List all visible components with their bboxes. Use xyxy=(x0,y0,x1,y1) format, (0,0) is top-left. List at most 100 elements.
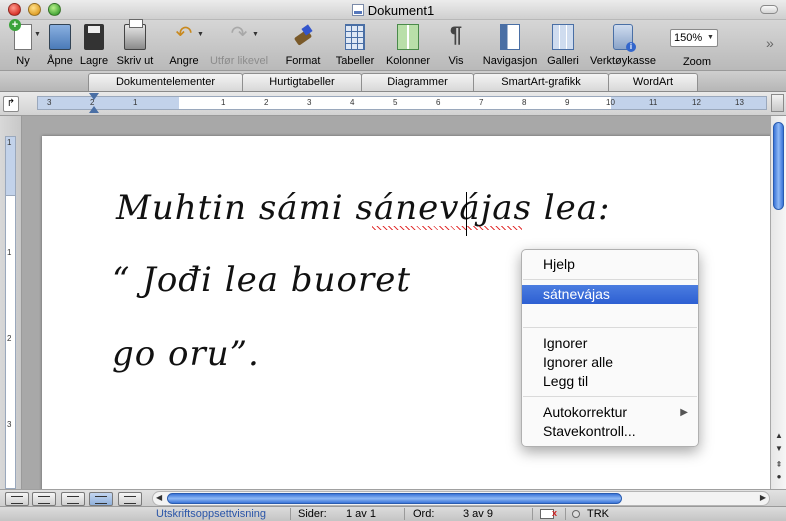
title-bar: Dokument1 xyxy=(0,0,786,20)
navigation-icon xyxy=(500,24,520,50)
vruler-number: 1 xyxy=(7,138,12,147)
zoom-select[interactable]: 150% ▼ xyxy=(670,29,718,47)
menu-item-suggestion[interactable]: sátnevájas xyxy=(522,285,698,304)
scroll-up-arrow-icon[interactable]: ▲ xyxy=(772,430,786,442)
tab-stop-selector[interactable]: ↱ xyxy=(3,96,19,112)
toolbar-overflow-icon[interactable]: » xyxy=(766,35,774,51)
format-button[interactable]: Format xyxy=(282,24,324,67)
scroll-down-arrow-icon[interactable]: ▼ xyxy=(772,443,786,455)
tables-button[interactable]: Tabeller xyxy=(332,24,378,67)
vertical-scroll-thumb[interactable] xyxy=(773,122,784,210)
horizontal-ruler[interactable]: 3 2 1 1 2 3 4 5 6 7 8 9 10 11 12 13 xyxy=(37,96,767,110)
horizontal-ruler-bar: ↱ 3 2 1 1 2 3 4 5 6 7 8 9 10 11 12 13 xyxy=(0,92,786,116)
print-layout-view-button[interactable] xyxy=(89,492,113,506)
pages-label: Sider: xyxy=(298,508,327,520)
pages-value: 1 av 1 xyxy=(346,508,376,520)
notebook-view-button[interactable] xyxy=(118,492,142,506)
toolbar-toggle-button[interactable] xyxy=(760,5,778,14)
publishing-layout-view-button[interactable] xyxy=(61,492,85,506)
horizontal-scrollbar[interactable]: ◀ ▶ xyxy=(152,491,770,506)
spelling-error-underline xyxy=(372,226,522,230)
track-changes-indicator-icon xyxy=(572,510,580,518)
horizontal-scroll-thumb[interactable] xyxy=(167,493,622,504)
zoom-value: 150% xyxy=(674,32,703,44)
open-button[interactable]: Åpne xyxy=(44,24,76,67)
redo-icon: ↷ xyxy=(230,23,248,45)
zoom-label: Zoom xyxy=(682,56,712,68)
menu-item-ignore-all[interactable]: Ignorer alle xyxy=(522,353,698,372)
ruler-number: 3 xyxy=(307,98,312,107)
ruler-number: 3 xyxy=(47,98,52,107)
save-icon xyxy=(84,24,104,50)
menu-item-help[interactable]: Hjelp xyxy=(522,255,698,274)
show-label: Vis xyxy=(448,55,464,67)
new-label: Ny xyxy=(16,55,30,67)
vertical-ruler[interactable]: 1 1 2 3 xyxy=(0,116,22,489)
scroll-right-arrow-icon[interactable]: ▶ xyxy=(760,493,766,502)
outline-view-button[interactable] xyxy=(32,492,56,506)
menu-item-ignore[interactable]: Ignorer xyxy=(522,334,698,353)
status-divider xyxy=(290,508,291,520)
autocorrect-label: Autokorrektur xyxy=(543,404,628,420)
undo-label: Angre xyxy=(169,55,199,67)
window-title: Dokument1 xyxy=(0,3,786,18)
redo-dropdown-arrow-icon[interactable]: ▼ xyxy=(252,31,259,38)
ruler-number: 10 xyxy=(606,98,615,107)
format-label: Format xyxy=(285,55,321,67)
menu-separator xyxy=(523,279,697,280)
tab-quick-tables[interactable]: Hurtigtabeller xyxy=(242,73,362,91)
spelling-status-icon[interactable] xyxy=(540,506,557,520)
redo-button[interactable]: ↷ Utfør likevel xyxy=(206,24,272,67)
track-changes-label[interactable]: TRK xyxy=(587,507,609,521)
status-divider xyxy=(532,508,533,520)
menu-item-autocorrect[interactable]: Autokorrektur ▶ xyxy=(522,403,698,422)
submenu-arrow-icon: ▶ xyxy=(680,407,688,418)
open-label: Åpne xyxy=(47,55,73,67)
gallery-button[interactable]: Galleri xyxy=(543,24,583,67)
vruler-number: 2 xyxy=(7,334,12,343)
browse-object-icon[interactable]: ● xyxy=(772,471,786,483)
new-dropdown-arrow-icon[interactable]: ▼ xyxy=(34,31,41,38)
tab-document-elements[interactable]: Dokumentelementer xyxy=(88,73,243,91)
toolbox-button[interactable]: Verktøykasse xyxy=(586,24,660,67)
document-line-2[interactable]: “ Jođi lea buoret xyxy=(112,260,411,300)
draft-view-button[interactable] xyxy=(5,492,29,506)
scroll-left-arrow-icon[interactable]: ◀ xyxy=(156,493,162,502)
document-line-3[interactable]: go oru”. xyxy=(112,334,260,374)
ruler-number: 12 xyxy=(692,98,701,107)
print-label: Skriv ut xyxy=(116,55,154,67)
ruler-number: 2 xyxy=(264,98,269,107)
ruler-number: 5 xyxy=(393,98,398,107)
columns-button[interactable]: Kolonner xyxy=(382,24,434,67)
indent-marker[interactable] xyxy=(89,93,99,116)
show-button[interactable]: ¶ Vis xyxy=(443,24,469,68)
new-document-icon xyxy=(9,19,32,50)
gallery-icon xyxy=(552,24,574,50)
print-icon xyxy=(124,19,146,50)
elements-gallery-tabs: Dokumentelementer Hurtigtabeller Diagram… xyxy=(0,70,786,92)
standard-toolbar: Ny ▼ Åpne Lagre Skriv ut ↶ Angre ▼ ↷ Utf… xyxy=(0,19,786,70)
previous-page-icon[interactable]: ⇞ xyxy=(772,459,786,471)
ruler-number: 11 xyxy=(649,98,658,107)
view-mode-label[interactable]: Utskriftsoppsettvisning xyxy=(156,507,266,521)
menu-item-add[interactable]: Legg til xyxy=(522,372,698,391)
tab-smartart[interactable]: SmartArt-grafikk xyxy=(473,73,609,91)
ruler-view-button[interactable] xyxy=(771,94,784,112)
undo-dropdown-arrow-icon[interactable]: ▼ xyxy=(197,31,204,38)
redo-label: Utfør likevel xyxy=(209,55,269,67)
format-brush-icon xyxy=(292,24,314,50)
menu-separator xyxy=(523,396,697,397)
columns-label: Kolonner xyxy=(385,55,431,67)
table-icon xyxy=(345,24,365,50)
vertical-scrollbar[interactable]: ▲ ▼ ⇞ ● xyxy=(770,116,786,489)
tab-charts[interactable]: Diagrammer xyxy=(361,73,474,91)
print-button[interactable]: Skriv ut xyxy=(114,19,156,67)
menu-item-spelling[interactable]: Stavekontroll... xyxy=(522,422,698,441)
navigation-button[interactable]: Navigasjon xyxy=(480,24,540,67)
toolbox-icon xyxy=(613,24,636,52)
toolbox-label: Verktøykasse xyxy=(589,55,657,67)
ruler-number: 1 xyxy=(221,98,226,107)
tab-wordart[interactable]: WordArt xyxy=(608,73,698,91)
save-button[interactable]: Lagre xyxy=(78,24,110,67)
document-line-1[interactable]: Muhtin sámi sánevájas lea: xyxy=(116,188,611,228)
